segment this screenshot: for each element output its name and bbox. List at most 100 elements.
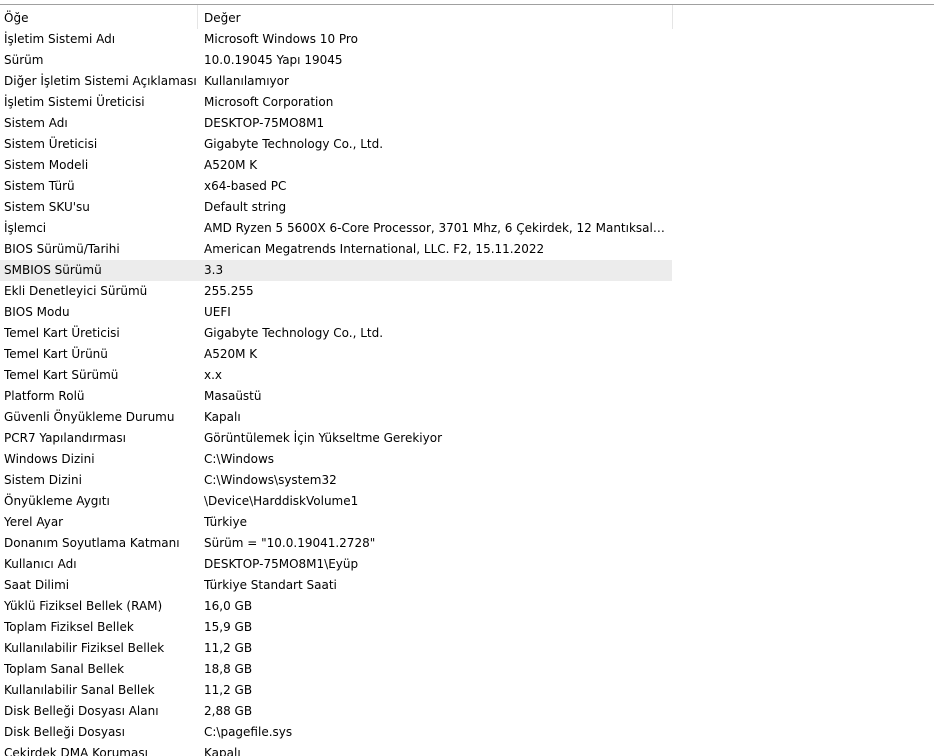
list-item[interactable]: İşletim Sistemi Üreticisi Microsoft Corpo… [0, 92, 672, 113]
list-item-name: BIOS Modu [4, 305, 70, 319]
list-item-value: UEFI [204, 305, 231, 319]
list-item[interactable]: Sistem SKU'su Default string [0, 197, 672, 218]
list-item-value: DESKTOP-75MO8M1 [204, 116, 325, 130]
list-item[interactable]: Sistem Modeli A520M K [0, 155, 672, 176]
list-item-name: Sürüm [4, 53, 44, 67]
list-item[interactable]: SMBIOS Sürümü 3.3 [0, 260, 672, 281]
list-item[interactable]: Kullanıcı Adı DESKTOP-75MO8M1\Eyüp [0, 554, 672, 575]
list-item[interactable]: Donanım Soyutlama Katmanı Sürüm = "10.0.1… [0, 533, 672, 554]
list-item-name: Saat Dilimi [4, 578, 70, 592]
list-item-value: American Megatrends International, LLC. … [204, 242, 545, 256]
list-item[interactable]: Ekli Denetleyici Sürümü 255.255 [0, 281, 672, 302]
list-item[interactable]: Kullanılabilir Sanal Bellek 11,2 GB [0, 680, 672, 701]
list-item-value: 255.255 [204, 284, 254, 298]
list-item-value: 11,2 GB [204, 641, 253, 655]
list-item[interactable]: Saat Dilimi Türkiye Standart Saati [0, 575, 672, 596]
list-item[interactable]: Temel Kart Sürümü x.x [0, 365, 672, 386]
list-item-name: Sistem Türü [4, 179, 75, 193]
list-item[interactable]: Windows Dizini C:\Windows [0, 449, 672, 470]
list-item-value: Default string [204, 200, 287, 214]
list-item[interactable]: Sistem Üreticisi Gigabyte Technology Co.,… [0, 134, 672, 155]
list-item[interactable]: Toplam Fiziksel Bellek 15,9 GB [0, 617, 672, 638]
list-item-value: Kullanılamıyor [204, 74, 289, 88]
list-item-value: Kapalı [204, 410, 241, 424]
list-item[interactable]: İşlemci AMD Ryzen 5 5600X 6-Core Processo… [0, 218, 672, 239]
list-item-name: Toplam Sanal Bellek [4, 662, 125, 676]
list-item[interactable]: Yerel Ayar Türkiye [0, 512, 672, 533]
list-item-value: 2,88 GB [204, 704, 253, 718]
list-item-value: Gigabyte Technology Co., Ltd. [204, 137, 384, 151]
list-item-name: Sistem SKU'su [4, 200, 90, 214]
list-item-name: Temel Kart Sürümü [4, 368, 119, 382]
list-item-name: Yerel Ayar [4, 515, 64, 529]
list-item-value: \Device\HarddiskVolume1 [204, 494, 359, 508]
list-item-name: Toplam Fiziksel Bellek [4, 620, 134, 634]
list-item[interactable]: Toplam Sanal Bellek 18,8 GB [0, 659, 672, 680]
list-item-value: Kapalı [204, 746, 241, 756]
list-item[interactable]: Sürüm 10.0.19045 Yapı 19045 [0, 50, 672, 71]
list-item-name: Sistem Modeli [4, 158, 89, 172]
list-item-value: C:\pagefile.sys [204, 725, 293, 739]
list-item-name: Sistem Üreticisi [4, 137, 98, 151]
list-item[interactable]: Yüklü Fiziksel Bellek (RAM) 16,0 GB [0, 596, 672, 617]
list-item[interactable]: Kullanılabilir Fiziksel Bellek 11,2 GB [0, 638, 672, 659]
list-item[interactable]: İşletim Sistemi Adı Microsoft Windows 10 … [0, 29, 672, 50]
list-item-value: C:\Windows\system32 [204, 473, 337, 487]
list-item-name: Temel Kart Ürünü [4, 347, 108, 361]
system-info-list: Öğe Değer İşletim Sistemi Adı Microsoft W… [0, 5, 934, 756]
list-item[interactable]: Temel Kart Üreticisi Gigabyte Technology … [0, 323, 672, 344]
list-item[interactable]: BIOS Modu UEFI [0, 302, 672, 323]
list-item-name: Önyükleme Aygıtı [4, 494, 110, 508]
system-summary-view: Öğe Değer İşletim Sistemi Adı Microsoft W… [0, 0, 934, 756]
list-item[interactable]: PCR7 Yapılandırması Görüntülemek İçin Yük… [0, 428, 672, 449]
list-item-name: Kullanılabilir Fiziksel Bellek [4, 641, 165, 655]
list-item[interactable]: BIOS Sürümü/Tarihi American Megatrends In… [0, 239, 672, 260]
list-item-value: A520M K [204, 158, 258, 172]
list-item-value: Görüntülemek İçin Yükseltme Gerekiyor [204, 431, 443, 445]
list-item-value: Microsoft Corporation [204, 95, 334, 109]
list-item[interactable]: Çekirdek DMA Koruması Kapalı [0, 743, 672, 756]
list-item-value: AMD Ryzen 5 5600X 6-Core Processor, 3701… [204, 221, 668, 235]
list-item-name: SMBIOS Sürümü [4, 263, 102, 277]
list-item-value: 3.3 [204, 263, 224, 277]
list-item-value: Sürüm = "10.0.19041.2728" [204, 536, 376, 550]
list-item-name: Kullanılabilir Sanal Bellek [4, 683, 155, 697]
list-item-name: PCR7 Yapılandırması [4, 431, 126, 445]
list-item-value: Türkiye Standart Saati [204, 578, 337, 592]
list-item-value: C:\Windows [204, 452, 275, 466]
list-item[interactable]: Temel Kart Ürünü A520M K [0, 344, 672, 365]
list-item-value: Masaüstü [204, 389, 262, 403]
list-item[interactable]: Önyükleme Aygıtı \Device\HarddiskVolume1 [0, 491, 672, 512]
list-item[interactable]: Disk Belleği Dosyası C:\pagefile.sys [0, 722, 672, 743]
list-item-name: Sistem Adı [4, 116, 68, 130]
list-item-value: Gigabyte Technology Co., Ltd. [204, 326, 384, 340]
list-item[interactable]: Sistem Türü x64-based PC [0, 176, 672, 197]
list-header: Öğe Değer [0, 5, 673, 29]
list-item-name: Ekli Denetleyici Sürümü [4, 284, 148, 298]
list-item-value: 11,2 GB [204, 683, 253, 697]
list-item-name: Güvenli Önyükleme Durumu [4, 410, 175, 424]
list-item-name: Diğer İşletim Sistemi Açıklaması [4, 74, 196, 88]
list-item-name: İşletim Sistemi Üreticisi [4, 95, 145, 109]
list-item-name: Windows Dizini [4, 452, 95, 466]
list-item[interactable]: Sistem Dizini C:\Windows\system32 [0, 470, 672, 491]
list-item-value: Türkiye [204, 515, 247, 529]
list-item[interactable]: Sistem Adı DESKTOP-75MO8M1 [0, 113, 672, 134]
list-item-name: Platform Rolü [4, 389, 85, 403]
list-item[interactable]: Güvenli Önyükleme Durumu Kapalı [0, 407, 672, 428]
list-item-value: 15,9 GB [204, 620, 253, 634]
list-item[interactable]: Disk Belleği Dosyası Alanı 2,88 GB [0, 701, 672, 722]
list-item-value: x.x [204, 368, 223, 382]
list-item-name: İşlemci [4, 221, 47, 235]
list-item-name: Kullanıcı Adı [4, 557, 77, 571]
column-header-value[interactable]: Değer [198, 5, 673, 29]
list-item-value: Microsoft Windows 10 Pro [204, 32, 358, 46]
list-item-name: Çekirdek DMA Koruması [4, 746, 148, 756]
list-rows: İşletim Sistemi Adı Microsoft Windows 10 … [0, 29, 934, 756]
list-item-value: DESKTOP-75MO8M1\Eyüp [204, 557, 359, 571]
list-item[interactable]: Diğer İşletim Sistemi Açıklaması Kullanıl… [0, 71, 672, 92]
list-item-value: 16,0 GB [204, 599, 253, 613]
column-header-item[interactable]: Öğe [0, 5, 198, 29]
list-item[interactable]: Platform Rolü Masaüstü [0, 386, 672, 407]
list-item-value: 18,8 GB [204, 662, 253, 676]
